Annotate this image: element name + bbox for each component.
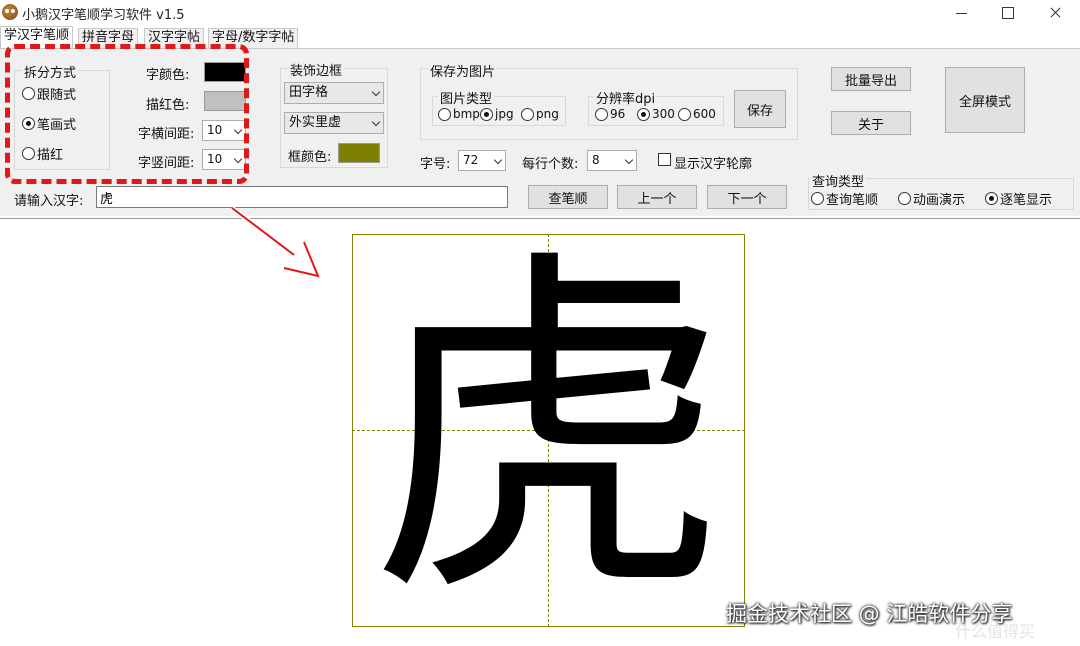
char-input-label: 请输入汉字: [14, 194, 84, 209]
radio-circle [811, 192, 824, 205]
query-stroke-button[interactable]: 查笔顺 [528, 185, 608, 209]
radio-animation[interactable]: 动画演示 [898, 189, 965, 208]
title-bar: 小鹅汉字笔顺学习软件 v1.5 [0, 0, 1080, 26]
radio-dpi-300[interactable]: 300 [637, 107, 675, 121]
prev-button[interactable]: 上一个 [617, 185, 697, 209]
chevron-down-icon [371, 117, 381, 127]
radio-dpi-600[interactable]: 600 [678, 107, 716, 121]
chevron-down-icon [624, 155, 634, 165]
close-icon[interactable] [1032, 0, 1078, 26]
outline-label: 显示汉字轮廓 [674, 157, 753, 172]
radio-bmp[interactable]: bmp [438, 107, 480, 121]
radio-circle [898, 192, 911, 205]
maximize-icon[interactable] [984, 0, 1030, 26]
font-size-select[interactable]: 72 [458, 150, 506, 171]
font-size-label: 字号: [420, 157, 451, 172]
radio-circle [678, 107, 691, 121]
save-button[interactable]: 保存 [734, 90, 786, 128]
image-type-label: 图片类型 [438, 88, 495, 107]
red-dashed-highlight [5, 44, 249, 184]
radio-stroke-by-stroke[interactable]: 逐笔显示 [985, 189, 1052, 208]
window-title: 小鹅汉字笔顺学习软件 v1.5 [22, 8, 185, 23]
watermark-corner: 什么值得买 [955, 622, 1036, 641]
frame-color-swatch[interactable] [338, 143, 380, 163]
save-image-label: 保存为图片 [428, 61, 498, 80]
radio-dpi-96[interactable]: 96 [595, 107, 625, 121]
chevron-down-icon [371, 87, 381, 97]
radio-circle-selected [480, 107, 493, 121]
decor-label: 装饰边框 [288, 60, 345, 79]
radio-circle [521, 107, 534, 121]
radio-query-stroke[interactable]: 查询笔顺 [811, 189, 878, 208]
batch-export-button[interactable]: 批量导出 [831, 67, 911, 91]
dpi-label: 分辨率dpi [594, 88, 658, 107]
outline-checkbox[interactable] [658, 153, 671, 166]
fullscreen-button[interactable]: 全屏模式 [945, 67, 1025, 133]
radio-circle-selected [637, 107, 650, 121]
radio-circle [438, 107, 451, 121]
grid-style-select[interactable]: 田字格 [284, 82, 384, 104]
about-button[interactable]: 关于 [831, 111, 911, 135]
chevron-down-icon [493, 155, 503, 165]
per-row-label: 每行个数: [522, 157, 579, 172]
frame-color-label: 框颜色: [288, 150, 332, 165]
next-button[interactable]: 下一个 [707, 185, 787, 209]
owl-app-icon [2, 4, 18, 20]
display-character: 虎 [368, 221, 729, 640]
per-row-select[interactable]: 8 [587, 150, 637, 171]
radio-circle-selected [985, 192, 998, 205]
red-arrow-icon [230, 206, 320, 278]
radio-circle [595, 107, 608, 121]
radio-jpg[interactable]: jpg [480, 107, 514, 121]
query-type-label: 查询类型 [810, 171, 867, 190]
minimize-icon[interactable] [938, 0, 984, 26]
radio-png[interactable]: png [521, 107, 559, 121]
line-style-select[interactable]: 外实里虚 [284, 112, 384, 134]
